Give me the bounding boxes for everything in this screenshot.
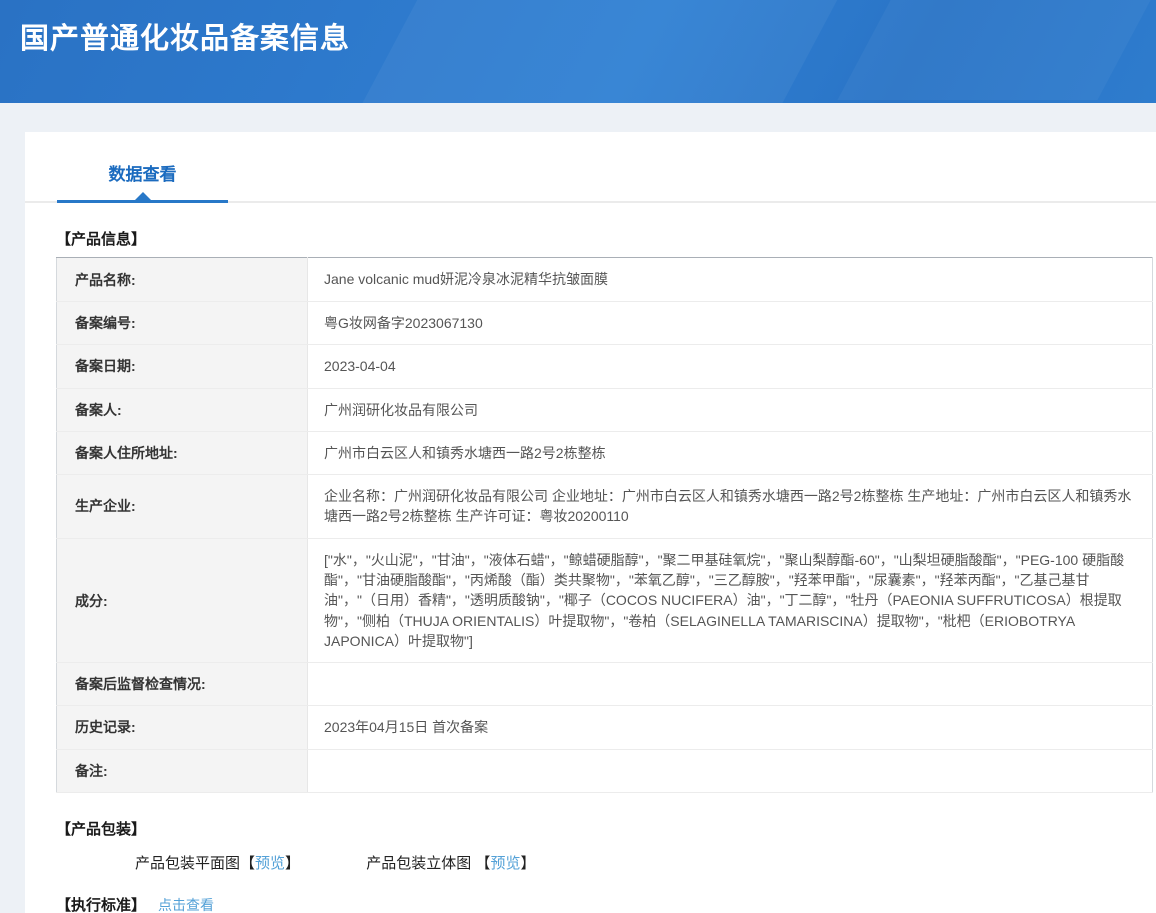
main-content: 【产品信息】 产品名称: Jane volcanic mud妍泥冷泉冰泥精华抗皱… (25, 228, 1156, 913)
standard-row: 【执行标准】点击查看 (56, 894, 1153, 913)
section-title-packaging: 【产品包装】 (56, 818, 1153, 839)
row-value-ingredients: ["水"，"火山泥"，"甘油"，"液体石蜡"，"鲸蜡硬脂醇"，"聚二甲基硅氧烷"… (308, 538, 1153, 662)
row-label-manufacturer: 生产企业: (57, 475, 308, 539)
tab-bar: 数据查看 (25, 132, 1156, 203)
table-row: 历史记录: 2023年04月15日 首次备案 (57, 706, 1153, 749)
row-label-product-name: 产品名称: (57, 258, 308, 302)
packaging-flat-label: 产品包装平面图 (135, 855, 240, 872)
table-row: 备案人: 广州润研化妆品有限公司 (57, 388, 1153, 431)
bracket-close: 】 (520, 855, 535, 872)
packaging-flat-preview-link[interactable]: 预览 (255, 855, 285, 872)
row-value-history: 2023年04月15日 首次备案 (308, 706, 1153, 749)
row-value-registrant-address: 广州市白云区人和镇秀水塘西一路2号2栋整栋 (308, 431, 1153, 474)
row-label-history: 历史记录: (57, 706, 308, 749)
packaging-flat-item: 产品包装平面图【预览】 (135, 852, 300, 873)
table-row: 备案后监督检查情况: (57, 663, 1153, 706)
row-value-filing-number: 粤G妆网备字2023067130 (308, 302, 1153, 345)
table-row: 生产企业: 企业名称：广州润研化妆品有限公司 企业地址：广州市白云区人和镇秀水塘… (57, 475, 1153, 539)
section-title-product-info: 【产品信息】 (56, 228, 1153, 249)
row-label-filing-date: 备案日期: (57, 345, 308, 388)
row-value-filing-date: 2023-04-04 (308, 345, 1153, 388)
row-value-remarks (308, 749, 1153, 792)
row-label-ingredients: 成分: (57, 538, 308, 662)
row-label-remarks: 备注: (57, 749, 308, 792)
bracket-open: 【 (475, 855, 490, 872)
section-title-standard: 【执行标准】 (56, 897, 146, 913)
standard-view-link[interactable]: 点击查看 (158, 897, 214, 913)
product-info-table: 产品名称: Jane volcanic mud妍泥冷泉冰泥精华抗皱面膜 备案编号… (56, 257, 1153, 793)
packaging-links-row: 产品包装平面图【预览】 产品包装立体图 【预览】 (135, 852, 1153, 873)
page-banner: 国产普通化妆品备案信息 (0, 0, 1156, 103)
row-label-supervision: 备案后监督检查情况: (57, 663, 308, 706)
tab-data-view[interactable]: 数据查看 (57, 160, 228, 203)
row-value-registrant: 广州润研化妆品有限公司 (308, 388, 1153, 431)
tab-data-view-label: 数据查看 (109, 165, 177, 184)
bracket-open: 【 (240, 855, 255, 872)
packaging-stereo-label: 产品包装立体图 (366, 855, 471, 872)
packaging-stereo-preview-link[interactable]: 预览 (490, 855, 520, 872)
table-row: 产品名称: Jane volcanic mud妍泥冷泉冰泥精华抗皱面膜 (57, 258, 1153, 302)
row-value-manufacturer: 企业名称：广州润研化妆品有限公司 企业地址：广州市白云区人和镇秀水塘西一路2号2… (308, 475, 1153, 539)
page-title: 国产普通化妆品备案信息 (0, 0, 1156, 57)
row-value-product-name: Jane volcanic mud妍泥冷泉冰泥精华抗皱面膜 (308, 258, 1153, 302)
content-card: 数据查看 【产品信息】 产品名称: Jane volcanic mud妍泥冷泉冰… (25, 132, 1156, 913)
bracket-close: 】 (285, 855, 300, 872)
row-label-registrant-address: 备案人住所地址: (57, 431, 308, 474)
table-row: 备注: (57, 749, 1153, 792)
packaging-stereo-item: 产品包装立体图 【预览】 (366, 852, 535, 873)
table-row: 备案日期: 2023-04-04 (57, 345, 1153, 388)
table-row: 备案人住所地址: 广州市白云区人和镇秀水塘西一路2号2栋整栋 (57, 431, 1153, 474)
row-label-registrant: 备案人: (57, 388, 308, 431)
row-value-supervision (308, 663, 1153, 706)
tab-active-indicator-triangle (135, 192, 151, 200)
row-label-filing-number: 备案编号: (57, 302, 308, 345)
table-row: 备案编号: 粤G妆网备字2023067130 (57, 302, 1153, 345)
table-row: 成分: ["水"，"火山泥"，"甘油"，"液体石蜡"，"鲸蜡硬脂醇"，"聚二甲基… (57, 538, 1153, 662)
